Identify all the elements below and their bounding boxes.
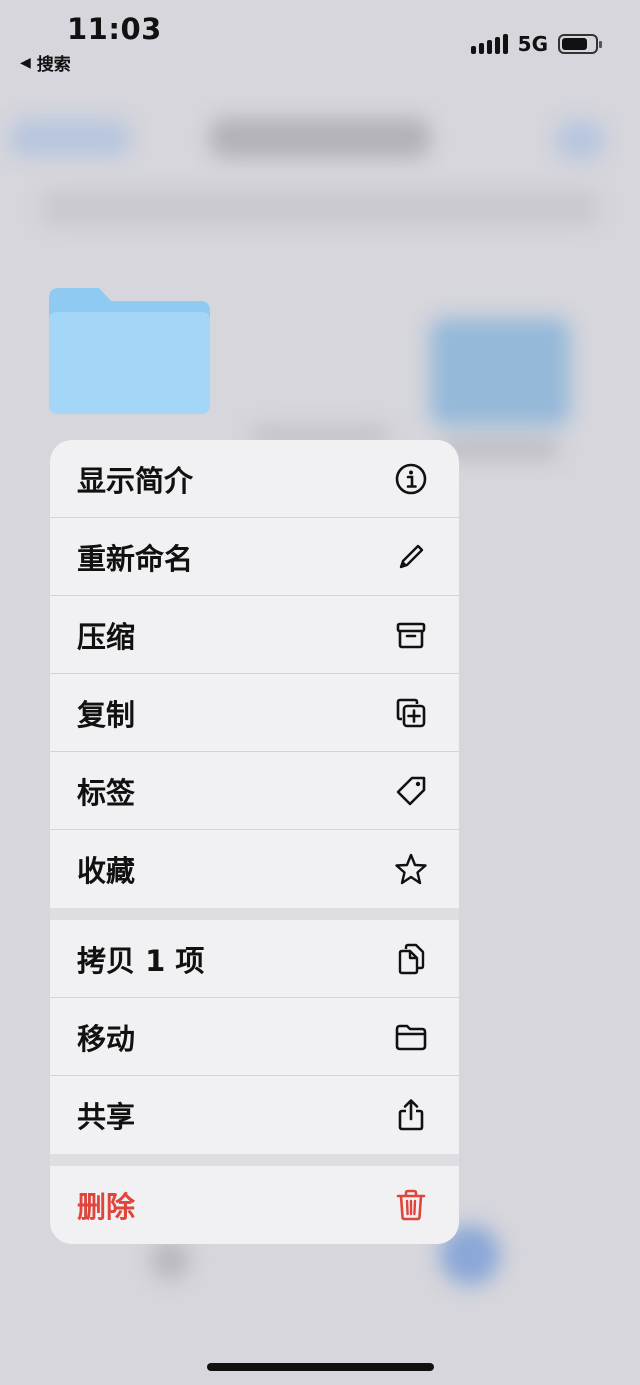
menu-group-separator: [50, 1154, 459, 1166]
blurred-search-bar: [40, 190, 600, 226]
status-bar: 11:03 ◀ 搜索 5G: [0, 0, 640, 80]
blurred-nav-back: [10, 120, 130, 156]
menu-item-label: 压缩: [77, 619, 136, 654]
menu-item-label: 显示简介: [77, 463, 194, 498]
trash-icon: [393, 1187, 429, 1223]
back-arrow-icon: ◀: [20, 54, 31, 71]
tag-icon: [393, 773, 429, 809]
menu-item-pencil[interactable]: 重新命名: [50, 518, 459, 596]
status-indicators: 5G: [470, 32, 602, 56]
menu-item-label: 收藏: [77, 854, 136, 888]
duplicate-icon: [393, 695, 429, 731]
menu-group-separator: [50, 908, 459, 920]
network-type: 5G: [517, 32, 548, 56]
menu-item-label: 移动: [77, 1021, 136, 1056]
folder-icon: [393, 1019, 429, 1055]
blurred-folder: [430, 318, 570, 426]
battery-icon: [558, 34, 602, 54]
copy-docs-icon: [393, 941, 429, 977]
menu-item-label: 重新命名: [77, 541, 194, 576]
star-icon: [393, 851, 429, 887]
share-icon: [393, 1097, 429, 1133]
menu-item-label: 共享: [77, 1100, 136, 1134]
menu-item-share[interactable]: 共享: [50, 1076, 459, 1154]
status-time: 11:03: [67, 12, 162, 46]
blurred-nav-title: [210, 118, 430, 158]
blurred-tab-icon: [150, 1240, 190, 1280]
menu-item-label: 标签: [77, 775, 136, 810]
pencil-icon: [393, 539, 429, 575]
blurred-nav-button: [555, 120, 605, 160]
menu-item-info[interactable]: 显示简介: [50, 440, 459, 518]
menu-item-archive-box[interactable]: 压缩: [50, 596, 459, 674]
signal-icon: [470, 34, 508, 54]
back-to-search-link[interactable]: ◀ 搜索: [20, 50, 71, 76]
menu-item-tag[interactable]: 标签: [50, 752, 459, 830]
menu-item-label: 拷贝 1 项: [77, 943, 205, 978]
menu-item-copy-docs[interactable]: 拷贝 1 项: [50, 920, 459, 998]
menu-item-duplicate[interactable]: 复制: [50, 674, 459, 752]
context-menu: 显示简介重新命名压缩复制标签收藏拷贝 1 项移动共享删除: [50, 440, 459, 1244]
back-label: 搜索: [36, 55, 71, 75]
home-indicator[interactable]: [207, 1363, 434, 1371]
selected-folder-icon[interactable]: [49, 288, 210, 414]
info-icon: [393, 461, 429, 497]
menu-item-label: 删除: [77, 1190, 136, 1224]
menu-item-folder[interactable]: 移动: [50, 998, 459, 1076]
menu-item-label: 复制: [77, 697, 136, 732]
archive-box-icon: [393, 617, 429, 653]
menu-item-star[interactable]: 收藏: [50, 830, 459, 908]
menu-item-trash[interactable]: 删除: [50, 1166, 459, 1244]
